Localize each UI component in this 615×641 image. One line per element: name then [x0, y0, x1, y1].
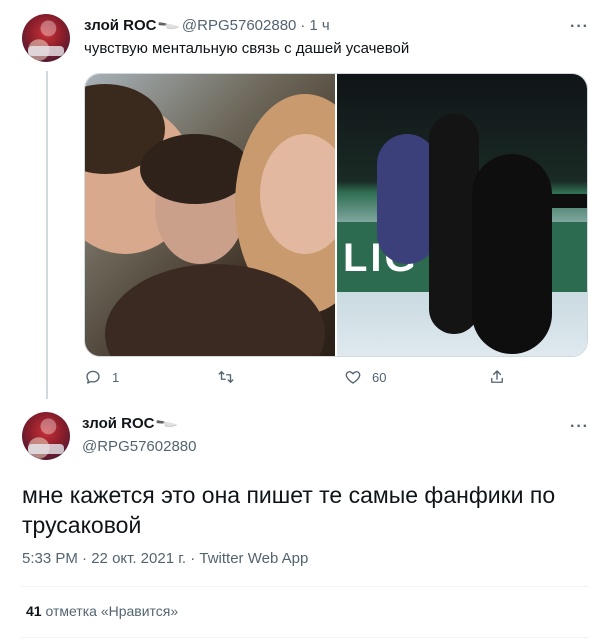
divider — [22, 586, 589, 587]
like-button[interactable]: 60 — [344, 368, 386, 386]
heart-icon — [345, 371, 361, 384]
likes-label: отметка «Нравится» — [45, 603, 179, 619]
reply-icon — [86, 370, 100, 384]
tweet-source[interactable]: Twitter Web App — [199, 550, 308, 567]
avatar[interactable] — [22, 14, 70, 62]
tweet-author-name: злой ROC 🔪 — [82, 412, 179, 435]
display-name[interactable]: злой ROC — [84, 17, 156, 34]
user-handle[interactable]: @RPG57602880 — [82, 438, 196, 455]
thread-connector-line — [46, 71, 48, 399]
reply-button[interactable]: 1 — [84, 368, 119, 386]
tweet-header: злой ROC 🔪 @RPG57602880 · 1 ч — [84, 13, 330, 37]
more-options-icon[interactable]: ··· — [570, 418, 589, 436]
photo-right[interactable]: LIG AVO — [337, 74, 587, 356]
tweet-time[interactable]: 5:33 PM — [22, 550, 78, 567]
retweet-button[interactable] — [217, 368, 245, 386]
separator-dot: · — [300, 16, 306, 34]
likes-count: 41 — [26, 603, 42, 619]
tweet-text: чувствую ментальную связь с дашей усачев… — [84, 40, 410, 57]
separator-dot: · — [82, 550, 88, 567]
retweet-icon — [218, 371, 234, 383]
reply-count: 1 — [112, 369, 120, 385]
divider — [22, 637, 589, 638]
knife-emoji-icon: 🔪 — [157, 13, 181, 37]
knife-emoji-icon: 🔪 — [155, 411, 179, 435]
display-name[interactable]: злой ROC — [82, 415, 154, 432]
tweet-actions: 1 60 — [84, 368, 588, 394]
tweet-date[interactable]: 22 окт. 2021 г. — [91, 550, 186, 567]
tweet-time[interactable]: 1 ч — [309, 17, 329, 34]
tweet-text: мне кажется это она пишет те самые фанфи… — [22, 482, 556, 538]
like-count: 60 — [372, 369, 387, 385]
user-handle[interactable]: @RPG57602880 — [182, 17, 296, 34]
share-button[interactable] — [488, 368, 516, 386]
media-grid[interactable]: LIG AVO — [84, 73, 588, 357]
photo-left[interactable] — [85, 74, 335, 356]
tweet-timestamp: 5:33 PM · 22 окт. 2021 г. · Twitter Web … — [22, 550, 308, 567]
likes-summary[interactable]: 41 отметка «Нравится» — [26, 603, 178, 619]
separator-dot: · — [190, 550, 196, 567]
share-icon — [491, 370, 503, 383]
more-options-icon[interactable]: ··· — [570, 18, 589, 36]
avatar[interactable] — [22, 412, 70, 460]
